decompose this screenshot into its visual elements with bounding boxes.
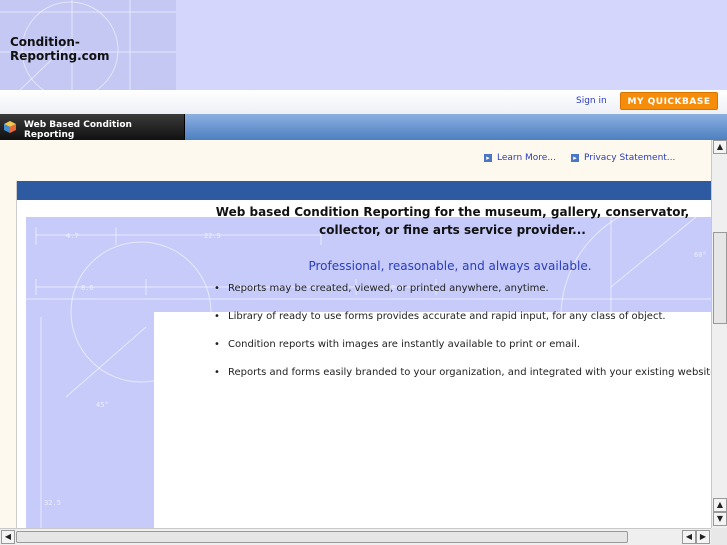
app-cube-icon — [4, 121, 16, 133]
arrow-right-icon: ▸ — [571, 153, 579, 162]
dim-label: 32.5 — [44, 499, 61, 507]
vertical-scroll-thumb[interactable] — [713, 232, 727, 324]
scroll-up-icon[interactable]: ▲ — [713, 498, 727, 512]
app-tab-label: Web Based Condition Reporting — [24, 120, 132, 140]
tagline: Professional, reasonable, and always ava… — [308, 259, 592, 273]
list-item: Condition reports with images are instan… — [212, 337, 720, 365]
learn-more-link[interactable]: ▸ Learn More... — [484, 153, 556, 163]
horizontal-scrollbar[interactable]: ◀ ◀ ▶ — [0, 528, 711, 545]
arrow-right-icon: ▸ — [484, 153, 492, 162]
scroll-down-icon[interactable]: ▼ — [713, 512, 727, 526]
dim-label: 45° — [96, 401, 109, 409]
sign-in-link[interactable]: Sign in — [576, 96, 607, 106]
site-header: Condition-Reporting.com — [0, 0, 727, 90]
dim-label: 8.6 — [81, 284, 94, 292]
scroll-left-icon[interactable]: ◀ — [682, 530, 696, 544]
scrollbar-corner — [711, 528, 727, 545]
privacy-link[interactable]: ▸ Privacy Statement... — [571, 153, 675, 163]
scroll-up-icon[interactable]: ▲ — [713, 140, 727, 154]
frame-title-bar — [17, 181, 711, 200]
dim-label: 60° — [694, 251, 707, 259]
my-quickbase-button[interactable]: MY QUICKBASE — [620, 92, 718, 110]
privacy-label: Privacy Statement... — [584, 153, 676, 163]
learn-more-label: Learn More... — [497, 153, 556, 163]
top-utility-bar: Sign in MY QUICKBASE — [0, 90, 727, 114]
scroll-right-icon[interactable]: ▶ — [696, 530, 710, 544]
list-item: Reports may be created, viewed, or print… — [212, 281, 720, 309]
feature-list: Reports may be created, viewed, or print… — [212, 281, 720, 393]
main-headline: Web based Condition Reporting for the mu… — [215, 205, 690, 237]
scroll-left-icon[interactable]: ◀ — [1, 530, 15, 544]
list-item: Reports and forms easily branded to your… — [212, 365, 720, 393]
app-tab[interactable]: Web Based Condition Reporting — [0, 114, 185, 140]
dim-label: 4.7 — [66, 232, 79, 240]
site-title[interactable]: Condition-Reporting.com — [10, 35, 176, 63]
logo-background: Condition-Reporting.com — [0, 0, 176, 90]
list-item: Library of ready to use forms provides a… — [212, 309, 720, 337]
horizontal-scroll-thumb[interactable] — [16, 531, 628, 543]
vertical-scrollbar[interactable]: ▲ ▲ ▼ — [711, 140, 727, 528]
